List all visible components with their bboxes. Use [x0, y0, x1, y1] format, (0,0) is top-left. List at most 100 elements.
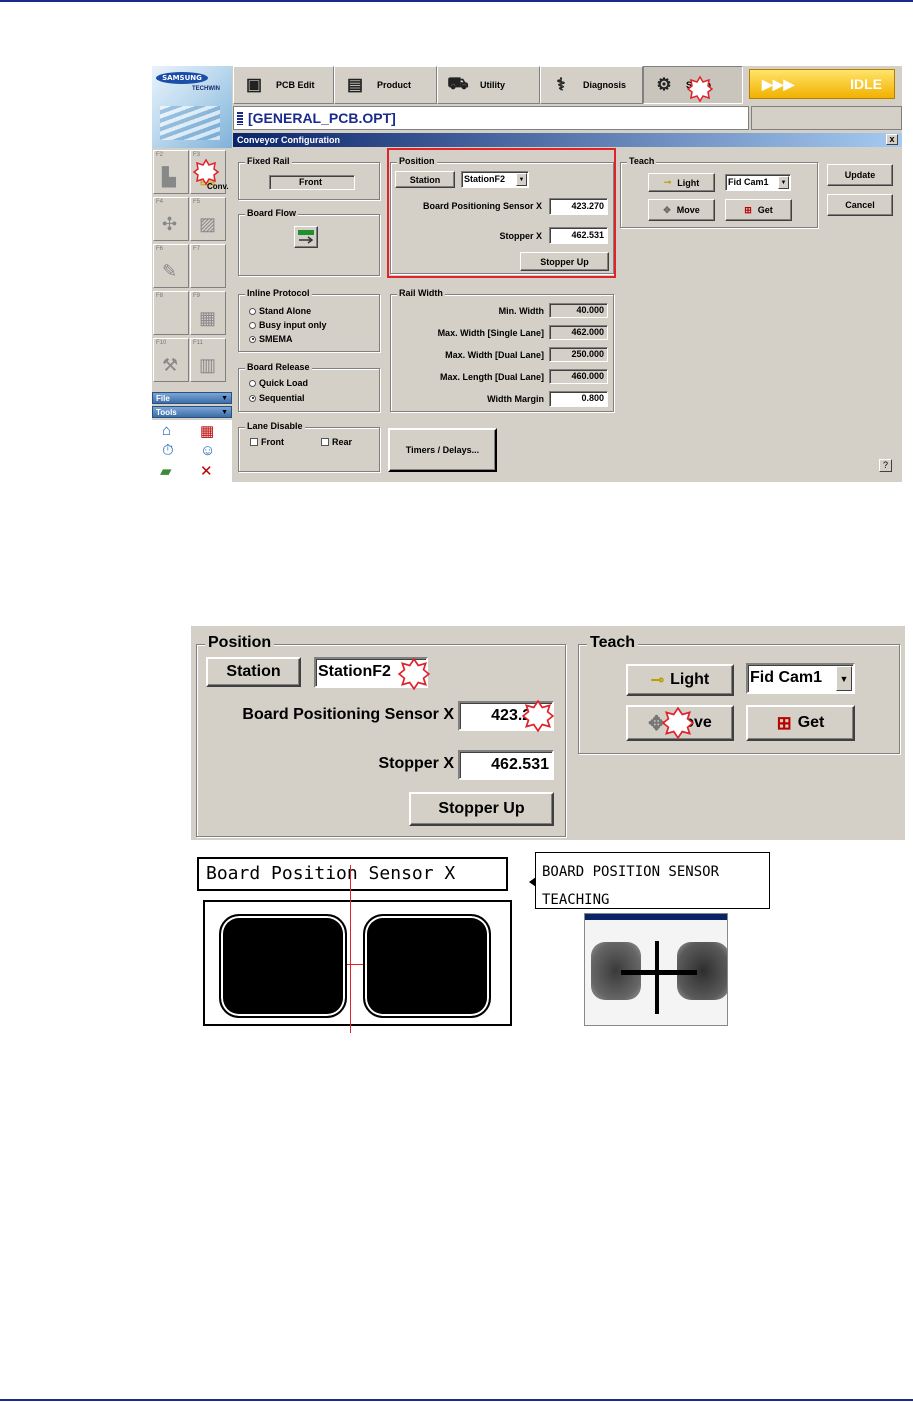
radio-sequential[interactable]: Sequential [249, 393, 305, 403]
radio-smema[interactable]: SMEMA [249, 334, 293, 344]
help-button[interactable]: ? [879, 459, 892, 472]
sidebar-tools-menu[interactable]: Tools ▼ [152, 406, 232, 418]
step-marker-sensor [521, 699, 555, 733]
teach-line-1: BOARD POSITION SENSOR [542, 864, 720, 880]
fkey-f10[interactable]: F10 ⚒ [153, 338, 189, 382]
zoom-camera-select[interactable]: Fid Cam1 ▼ [746, 663, 855, 694]
menu-utility[interactable]: ⛟ Utility [437, 66, 540, 104]
radio-stand-alone[interactable]: Stand Alone [249, 306, 311, 316]
cross-icon[interactable]: ✕ [200, 462, 213, 480]
footer-rule [0, 1399, 913, 1401]
fkey-f4[interactable]: F4 ✣ [153, 197, 189, 241]
max-width-dual-value: 250.000 [549, 347, 608, 362]
board-release-group: Board Release [238, 362, 380, 412]
dialog-title-bar: Conveyor Configuration x [233, 133, 902, 147]
checkbox-rear[interactable]: Rear [321, 437, 352, 447]
step-marker-station [397, 657, 431, 691]
left-pad [219, 914, 347, 1018]
menu-diagnosis[interactable]: ⚕ Diagnosis [540, 66, 643, 104]
light-icon: ⊸ [663, 177, 672, 187]
timers-delays-button[interactable]: Timers / Delays... [388, 428, 497, 472]
board-tool-icon[interactable]: ▰ [160, 462, 172, 480]
main-menu: ▣ PCB Edit ▤ Product ⛟ Utility ⚕ Diagnosis ⚙… [233, 66, 743, 104]
utility-icon: ⛟ [447, 74, 469, 93]
lane-disable-group: Lane Disable [238, 421, 380, 472]
title-right-area [751, 106, 902, 130]
camera-select[interactable]: Fid Cam1 ▼ [725, 174, 791, 191]
get-button[interactable]: ⊞ Get [725, 199, 792, 221]
fkey-f5[interactable]: F5 ▨ [190, 197, 226, 241]
manual-page: SAMSUNG TECHWIN ▣ PCB Edit ▤ Product ⛟ Util… [0, 0, 913, 1402]
fkey-f2[interactable]: F2 ▙ [153, 150, 189, 194]
teach-line-2: TEACHING [542, 892, 610, 908]
width-margin-label: Width Margin [487, 394, 544, 404]
max-width-single-value: 462.000 [549, 325, 608, 340]
conveyor-config-screenshot: SAMSUNG TECHWIN ▣ PCB Edit ▤ Product ⛟ Util… [152, 66, 902, 482]
zoom-stopper-x-label: Stopper X [378, 755, 454, 772]
fkey-f6[interactable]: F6 ✎ [153, 244, 189, 288]
diagnosis-icon: ⚕ [556, 75, 566, 94]
tools-panel: ⌂ ▦ ⏱ ☺ ▰ ✕ [152, 420, 232, 482]
fkey-f9[interactable]: F9 ▦ [190, 291, 226, 335]
position-highlight [387, 148, 616, 278]
camera-view-image [584, 913, 728, 1026]
zoom-get-button[interactable]: ⊞ Get [746, 705, 855, 741]
update-button[interactable]: Update [827, 164, 893, 186]
fkey-f7[interactable]: F7 [190, 244, 226, 288]
light-icon: ⊸ [650, 672, 665, 689]
radio-quick-load[interactable]: Quick Load [249, 378, 308, 388]
brand-name: SAMSUNG [156, 72, 208, 84]
zoom-stopper-x-input[interactable]: 462.531 [458, 750, 554, 780]
zoom-sensor-x-label: Board Positioning Sensor X [242, 706, 454, 723]
status-indicator: ▶▶▶ IDLE [749, 69, 895, 99]
chevron-down-icon: ▼ [778, 176, 789, 189]
zoom-station-button[interactable]: Station [206, 657, 301, 687]
move-arrows-icon: ✥ [663, 204, 671, 215]
feeder-icon: ▨ [199, 214, 217, 234]
sensor-caption-box: Board Position Sensor X [197, 857, 508, 891]
max-length-dual-value: 460.000 [549, 369, 608, 384]
fkey-f8[interactable]: F8 [153, 291, 189, 335]
max-length-dual-label: Max. Length [Dual Lane] [439, 372, 544, 382]
chevron-down-icon: ▼ [836, 666, 852, 691]
setup-icon: ⚙ [656, 75, 672, 94]
fixed-rail-value: Front [269, 175, 355, 190]
calendar-icon[interactable]: ▦ [200, 422, 214, 440]
tool-icon: ⚒ [162, 355, 179, 375]
zoom-light-button[interactable]: ⊸ Light [626, 664, 734, 696]
timer-icon[interactable]: ⏱ [162, 442, 174, 459]
document-icon: ▦ [199, 308, 217, 328]
file-title-bar: [GENERAL_PCB.OPT] [233, 106, 749, 130]
nozzle-icon: ✣ [162, 214, 178, 234]
sensor-vertical-line [350, 865, 351, 1033]
checkbox-front[interactable]: Front [250, 437, 284, 447]
get-coordinate-icon: ⊞ [776, 712, 792, 733]
operator-icon[interactable]: ☺ [200, 442, 215, 459]
home-icon[interactable]: ⌂ [162, 422, 171, 439]
max-width-single-label: Max. Width [Single Lane] [437, 328, 544, 338]
move-button[interactable]: ✥ Move [648, 199, 715, 221]
brand-sub: TECHWIN [192, 86, 220, 92]
board-flow-button[interactable] [294, 226, 318, 248]
zoomed-position-teach: Position Station StationF2 Board Positio… [191, 626, 905, 840]
right-pad [363, 914, 491, 1018]
step-marker-conv [192, 158, 220, 186]
status-text: IDLE [850, 76, 882, 92]
light-button[interactable]: ⊸ Light [648, 173, 715, 192]
header-rule [0, 0, 913, 2]
zoom-stopper-up-button[interactable]: Stopper Up [409, 792, 554, 826]
sidebar-file-menu[interactable]: File ▼ [152, 392, 232, 404]
radio-busy-input[interactable]: Busy input only [249, 320, 327, 330]
wrench-icon: ✎ [162, 261, 178, 281]
get-coordinate-icon: ⊞ [744, 204, 752, 215]
list-icon: ▥ [199, 355, 217, 375]
cancel-button[interactable]: Cancel [827, 194, 893, 216]
step-marker-move [661, 706, 695, 740]
dialog-close-button[interactable]: x [886, 134, 898, 145]
crosshair-vertical [655, 941, 659, 1014]
width-margin-input[interactable]: 0.800 [549, 391, 608, 407]
fkey-f11[interactable]: F11 ▥ [190, 338, 226, 382]
samsung-logo: SAMSUNG TECHWIN [152, 66, 232, 148]
menu-product[interactable]: ▤ Product [334, 66, 437, 104]
menu-pcb-edit[interactable]: ▣ PCB Edit [233, 66, 334, 104]
